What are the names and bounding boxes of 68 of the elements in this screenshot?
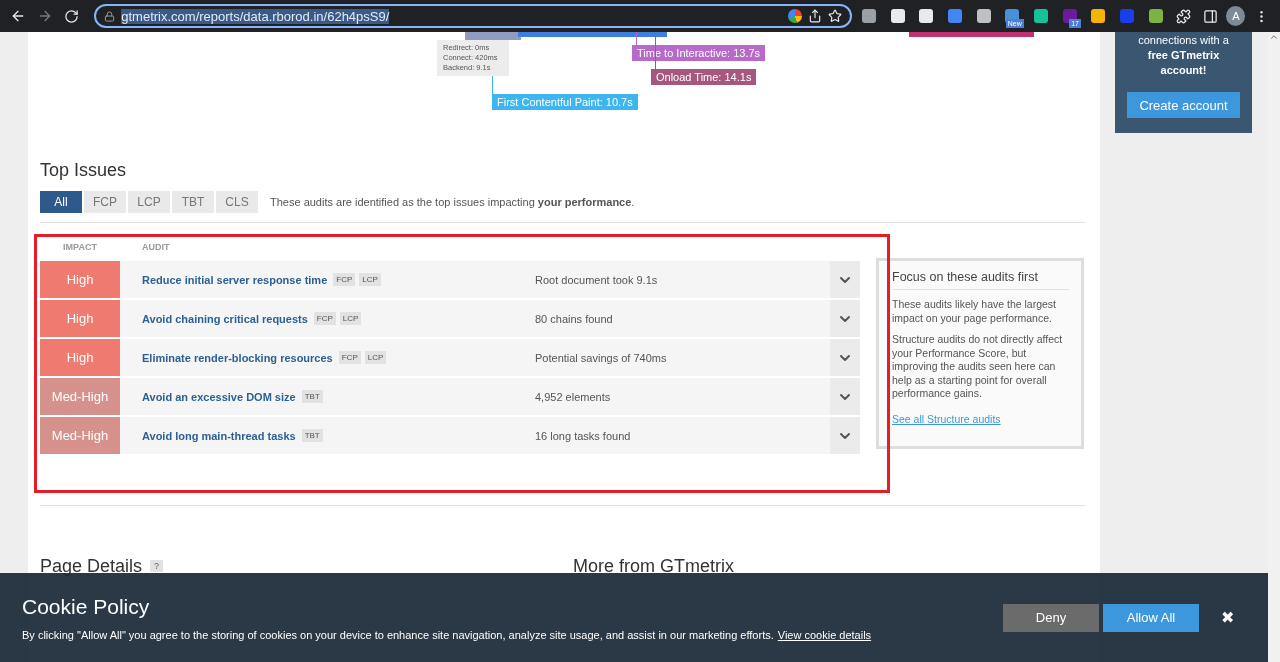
promo-text: connections with a [1138,33,1229,48]
impact-label: Med-High [40,378,120,415]
timeline-marker: Time to Interactive: 13.7s [632,45,766,61]
section-title: More from GTmetrix [573,555,735,578]
allow-button[interactable]: Allow All [1103,603,1199,632]
profile-avatar[interactable]: A [1226,6,1246,26]
cookie-title: Cookie Policy [22,594,151,619]
puzzle-icon[interactable] [1175,8,1191,24]
metric-tag: FCP [338,351,361,364]
audit-link[interactable]: Reduce initial server response time [142,273,328,286]
intro-text: These audits are identified as the top issues impacting your performance. [270,196,635,208]
audit-result: Root document took 9.1s [535,273,659,286]
section-title: Page Details [40,555,143,578]
column-header: AUDIT [142,242,171,252]
filter-tab[interactable]: All [40,191,82,213]
share-icon[interactable] [807,9,822,23]
star-icon[interactable] [827,9,842,23]
audit-link[interactable]: Avoid chaining critical requests [142,312,308,325]
impact-label: High [40,261,120,298]
timeline-marker: First Contentful Paint: 10.7s [492,94,638,110]
expand-button[interactable] [830,378,860,415]
audit-link[interactable]: Avoid an excessive DOM size [142,390,296,403]
metric-tag: LCP [339,312,362,325]
cookie-text: By clicking "Allow All" you agree to the storing of cookies on your device to enhance site navigation, analyze site usage, and assist in our marketing efforts. View cookie details [22,628,873,641]
marker-line [655,32,656,69]
expand-button[interactable] [830,417,860,454]
side-panel-icon[interactable] [1202,8,1218,24]
marker-line [492,76,493,94]
impact-label: High [40,339,120,376]
reload-icon[interactable] [64,8,80,24]
audit-result: 16 long tasks found [535,429,632,442]
impact-label: High [40,300,120,337]
audit-result: Potential savings of 740ms [535,351,668,364]
metric-tag: LCP [359,273,381,286]
cookie-details-link[interactable]: View cookie details [777,628,872,641]
scroll-up-icon[interactable] [1269,32,1279,42]
deny-button[interactable]: Deny [1003,603,1099,632]
metric-tag: LCP [364,351,387,364]
google-icon[interactable] [787,9,802,23]
filter-tab[interactable]: CLS [216,191,258,213]
metric-tag: TBT [301,429,323,442]
expand-button[interactable] [830,300,860,337]
focus-text: These audits likely have the largest impact on your page performance. [892,298,1057,325]
help-badge[interactable]: ? [150,560,164,572]
metric-tag: FCP [313,312,336,325]
create-account-button[interactable]: Create account [1127,92,1240,118]
lock-icon [104,10,116,22]
marker-line [636,32,637,45]
close-button[interactable]: ✖ [1221,608,1234,627]
expand-button[interactable] [830,261,860,298]
timeline-marker: Onload Time: 14.1s [651,69,757,85]
filter-tab[interactable]: FCP [84,191,126,213]
column-header: IMPACT [62,242,98,252]
expand-button[interactable] [830,339,860,376]
promo-text: free GTmetrix account! [1146,48,1221,78]
metric-tag: FCP [333,273,356,286]
focus-title: Focus on these audits first [892,270,1069,290]
filter-tab[interactable]: LCP [128,191,170,213]
impact-label: Med-High [40,417,120,454]
audit-result: 4,952 elements [535,390,612,403]
audit-result: 80 chains found [535,312,614,325]
audit-link[interactable]: Avoid long main-thread tasks [142,429,296,442]
metric-tag: TBT [301,390,323,403]
section-title: Top Issues [40,159,128,182]
audit-link[interactable]: Eliminate render-blocking resources [142,351,333,364]
structure-audits-link[interactable]: See all Structure audits [892,412,1001,425]
focus-text: Structure audits do not directly affect your Performance Score, but improving the audits seen here can help as a starting point for overall performance gains. [892,333,1064,401]
filter-tab[interactable]: TBT [172,191,214,213]
